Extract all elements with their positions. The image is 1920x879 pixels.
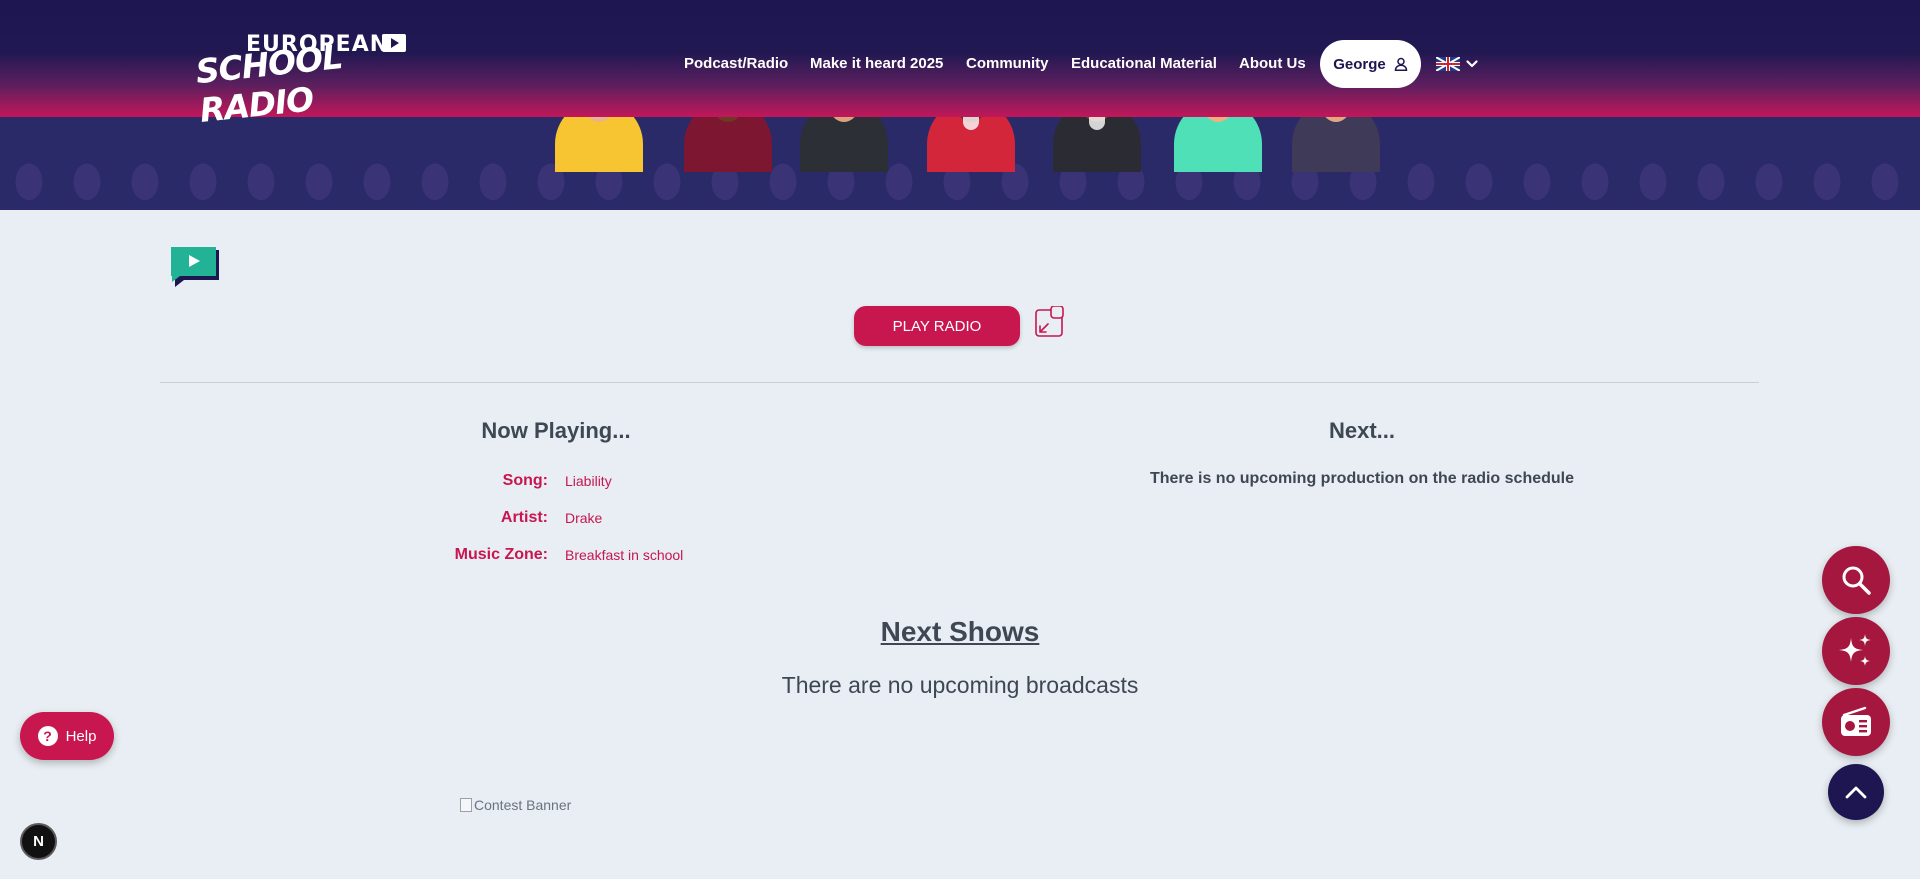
chevron-down-icon [1466,60,1478,68]
contest-banner-alt-text: Contest Banner [474,797,572,813]
radio-icon [1841,706,1871,736]
no-broadcasts-message: There are no upcoming broadcasts [781,672,1139,698]
nextjs-logo-icon: N [33,833,44,850]
next-production-message: There is no upcoming production on the r… [1149,470,1575,487]
artist-label: Artist: [500,509,548,526]
user-icon [1394,57,1408,71]
scroll-to-top-button[interactable] [1828,764,1884,820]
nav-item-make-it-heard[interactable]: Make it heard 2025 [810,52,943,76]
radio-fab-button[interactable] [1822,688,1890,756]
now-playing-artist-row: Artist: Drake [380,509,800,531]
uk-flag-icon [1436,57,1460,71]
language-selector[interactable] [1436,55,1482,73]
user-name: George [1333,55,1386,73]
chevron-up-icon [1845,786,1867,799]
ai-assistant-fab-button[interactable] [1822,617,1890,685]
nav-item-educational-material[interactable]: Educational Material [1071,52,1217,76]
now-playing-music-zone-row: Music Zone: Breakfast in school [380,546,800,568]
nextjs-dev-badge[interactable]: N [20,823,57,860]
next-shows-heading: Next Shows [880,616,1040,647]
music-zone-label: Music Zone: [454,546,548,563]
section-divider [160,382,1759,383]
nav-item-about-us[interactable]: About Us [1239,52,1306,76]
next-heading: Next... [1328,418,1396,443]
contest-banner-image[interactable]: Contest Banner [460,796,571,814]
help-button[interactable]: ? Help [20,712,114,760]
song-label: Song: [502,472,548,489]
nav-item-community[interactable]: Community [966,52,1049,76]
question-icon: ? [37,726,58,746]
now-playing-song-row: Song: Liability [380,472,800,494]
search-icon [1842,566,1871,595]
top-navigation-bar: EUROPEAN SCHOOL RADIO Podcast/Radio Make… [0,0,1920,130]
music-zone-value: Breakfast in school [565,547,684,563]
search-fab-button[interactable] [1822,546,1890,614]
artist-value: Drake [565,510,603,526]
help-label: Help [65,727,97,745]
logo-text-school-radio: SCHOOL RADIO [193,37,344,130]
play-radio-button[interactable]: PLAY RADIO [854,306,1020,346]
sparkles-icon [1839,634,1871,666]
song-value: Liability [565,473,612,489]
main-nav: Podcast/Radio Make it heard 2025 Communi… [0,52,1920,76]
broken-image-icon [460,798,472,812]
user-account-button[interactable]: George [1320,40,1421,88]
now-playing-heading: Now Playing... [481,418,631,443]
chat-play-icon [171,247,219,287]
popout-player-icon[interactable] [1034,306,1066,338]
nav-item-podcast-radio[interactable]: Podcast/Radio [684,52,788,76]
